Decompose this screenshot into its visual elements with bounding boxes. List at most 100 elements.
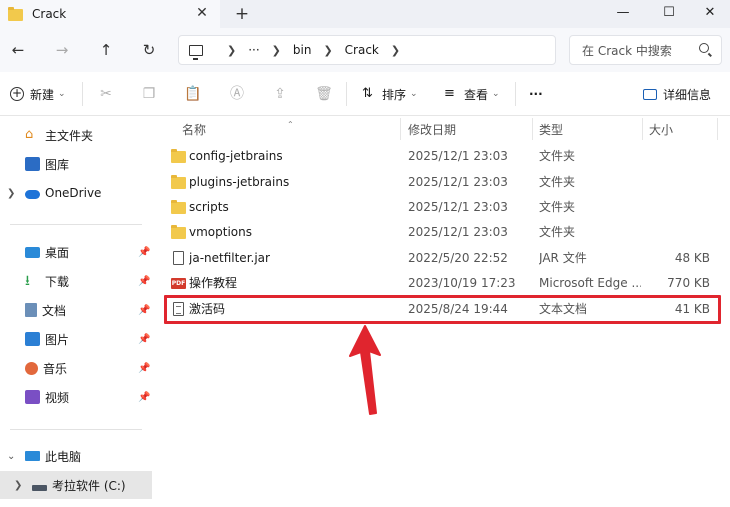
pin-icon[interactable]: 📌 [138,392,150,403]
folder-icon [171,200,186,214]
folder-icon [171,225,186,239]
new-tab-button[interactable]: + [232,4,252,24]
sidebar-item-videos[interactable]: 视频 📌 [0,383,152,411]
breadcrumb-crack[interactable]: Crack [345,43,379,57]
chevron-down-icon: ⌄ [58,89,66,99]
address-bar[interactable]: ❯ ··· ❯ bin ❯ Crack ❯ [178,35,556,65]
file-date: 2025/12/1 23:03 [408,225,508,239]
delete-icon[interactable]: 🗑 [315,85,333,103]
view-icon: ≡ [444,86,455,101]
sidebar-item-label: 主文件夹 [45,128,94,143]
column-divider[interactable] [642,118,643,140]
share-icon[interactable]: ⇪ [271,85,289,103]
file-name: plugins-jetbrains [189,175,290,189]
chevron-right-icon[interactable]: ❯ [391,44,400,57]
more-options-button[interactable]: ··· [529,84,543,104]
highlight-box [164,295,721,324]
sidebar-item-label: 文档 [42,303,67,318]
file-name: ja-netfilter.jar [189,251,270,265]
view-button[interactable]: ≡ 查看 ⌄ [444,84,500,104]
refresh-button[interactable]: ↻ [137,38,161,62]
column-divider[interactable] [717,118,718,140]
column-header-type[interactable]: 类型 [539,120,563,140]
sidebar-item-documents[interactable]: 文档 📌 [0,296,152,324]
file-row[interactable]: config-jetbrains 2025/12/1 23:03 文件夹 [152,144,730,169]
paste-icon[interactable]: 📋 [184,85,202,103]
videos-icon [25,390,40,404]
divider [10,224,142,225]
file-type: 文件夹 [539,225,576,239]
up-button[interactable]: ↑ [94,38,118,62]
red-arrow-annotation [349,325,381,415]
chevron-right-icon: ❯ [271,43,281,57]
details-pane-icon [643,89,657,100]
column-divider[interactable] [400,118,401,140]
details-label: 详细信息 [663,87,712,102]
file-type: JAR 文件 [539,251,587,265]
sidebar-item-onedrive[interactable]: ❯ OneDrive [0,179,152,207]
sidebar-item-label: OneDrive [45,186,102,200]
drive-icon [32,484,47,491]
pin-icon[interactable]: 📌 [138,363,150,374]
command-bar: + 新建 ⌄ ✂ ❐ 📋 Ⓐ ⇪ 🗑 ⇅ 排序 ⌄ ≡ 查看 ⌄ ··· 详细信… [0,72,730,116]
file-type: 文件夹 [539,175,576,189]
file-date: 2025/12/1 23:03 [408,200,508,214]
copy-icon[interactable]: ❐ [140,85,158,103]
close-tab-button[interactable]: ✕ [194,5,210,21]
file-type: Microsoft Edge ... [539,276,641,290]
chevron-right-icon[interactable]: ❯ [14,480,22,491]
tab-crack[interactable]: Crack ✕ [0,0,220,28]
file-row[interactable]: plugins-jetbrains 2025/12/1 23:03 文件夹 [152,170,730,195]
chevron-down-icon[interactable]: ⌄ [7,451,15,462]
sidebar-item-label: 视频 [45,390,70,405]
divider [515,82,516,106]
desktop-icon [25,246,40,258]
pin-icon[interactable]: 📌 [138,247,150,258]
chevron-right-icon[interactable]: ❯ [7,188,15,199]
maximize-button[interactable]: ☐ [646,0,692,28]
navigation-pane: ⌂ 主文件夹 图库 ❯ OneDrive 桌面 📌 ⭳ 下载 📌 文档 📌 图片… [0,116,152,507]
sort-button[interactable]: ⇅ 排序 ⌄ [362,84,418,104]
music-icon [25,361,38,375]
file-row[interactable]: vmoptions 2025/12/1 23:03 文件夹 [152,220,730,245]
minimize-button[interactable]: — [600,0,646,28]
sidebar-item-music[interactable]: 音乐 📌 [0,354,152,382]
divider [82,82,83,106]
column-divider[interactable] [532,118,533,140]
file-date: 2023/10/19 17:23 [408,276,516,290]
breadcrumb-bin[interactable]: bin [293,43,312,57]
divider [10,429,142,430]
forward-button[interactable]: → [50,38,74,62]
file-row[interactable]: PDF 操作教程 2023/10/19 17:23 Microsoft Edge… [152,271,730,296]
sidebar-item-home[interactable]: ⌂ 主文件夹 [0,121,152,149]
file-row[interactable]: ja-netfilter.jar 2022/5/20 22:52 JAR 文件 … [152,246,730,271]
sidebar-item-downloads[interactable]: ⭳ 下载 📌 [0,267,152,295]
file-row[interactable]: scripts 2025/12/1 23:03 文件夹 [152,195,730,220]
sidebar-item-drive-c[interactable]: ❯ 考拉软件 (C:) [0,471,152,499]
folder-icon [171,175,186,189]
pin-icon[interactable]: 📌 [138,334,150,345]
sidebar-item-this-pc[interactable]: ⌄ 此电脑 [0,442,152,470]
pc-icon [25,451,40,461]
cut-icon[interactable]: ✂ [97,85,115,103]
sidebar-item-desktop[interactable]: 桌面 📌 [0,238,152,266]
back-button[interactable]: ← [6,38,30,62]
new-button[interactable]: + 新建 ⌄ [10,84,66,104]
pin-icon[interactable]: 📌 [138,305,150,316]
sidebar-item-pictures[interactable]: 图片 📌 [0,325,152,353]
sidebar-item-gallery[interactable]: 图库 [0,150,152,178]
column-header-date[interactable]: 修改日期 [408,120,456,140]
breadcrumb-overflow[interactable]: ··· [248,43,259,57]
view-label: 查看 [464,87,489,102]
search-input[interactable]: 在 Crack 中搜索 [569,35,722,65]
rename-icon[interactable]: Ⓐ [228,85,246,103]
file-name: 操作教程 [189,276,238,290]
file-size [642,195,710,220]
tab-bar: Crack ✕ + — ☐ ✕ [0,0,730,28]
close-window-button[interactable]: ✕ [690,0,730,28]
column-header-size[interactable]: 大小 [649,120,673,140]
pin-icon[interactable]: 📌 [138,276,150,287]
details-pane-button[interactable]: 详细信息 [643,84,711,104]
column-header-name[interactable]: 名称 [182,120,206,140]
pdf-icon: PDF [171,278,186,289]
